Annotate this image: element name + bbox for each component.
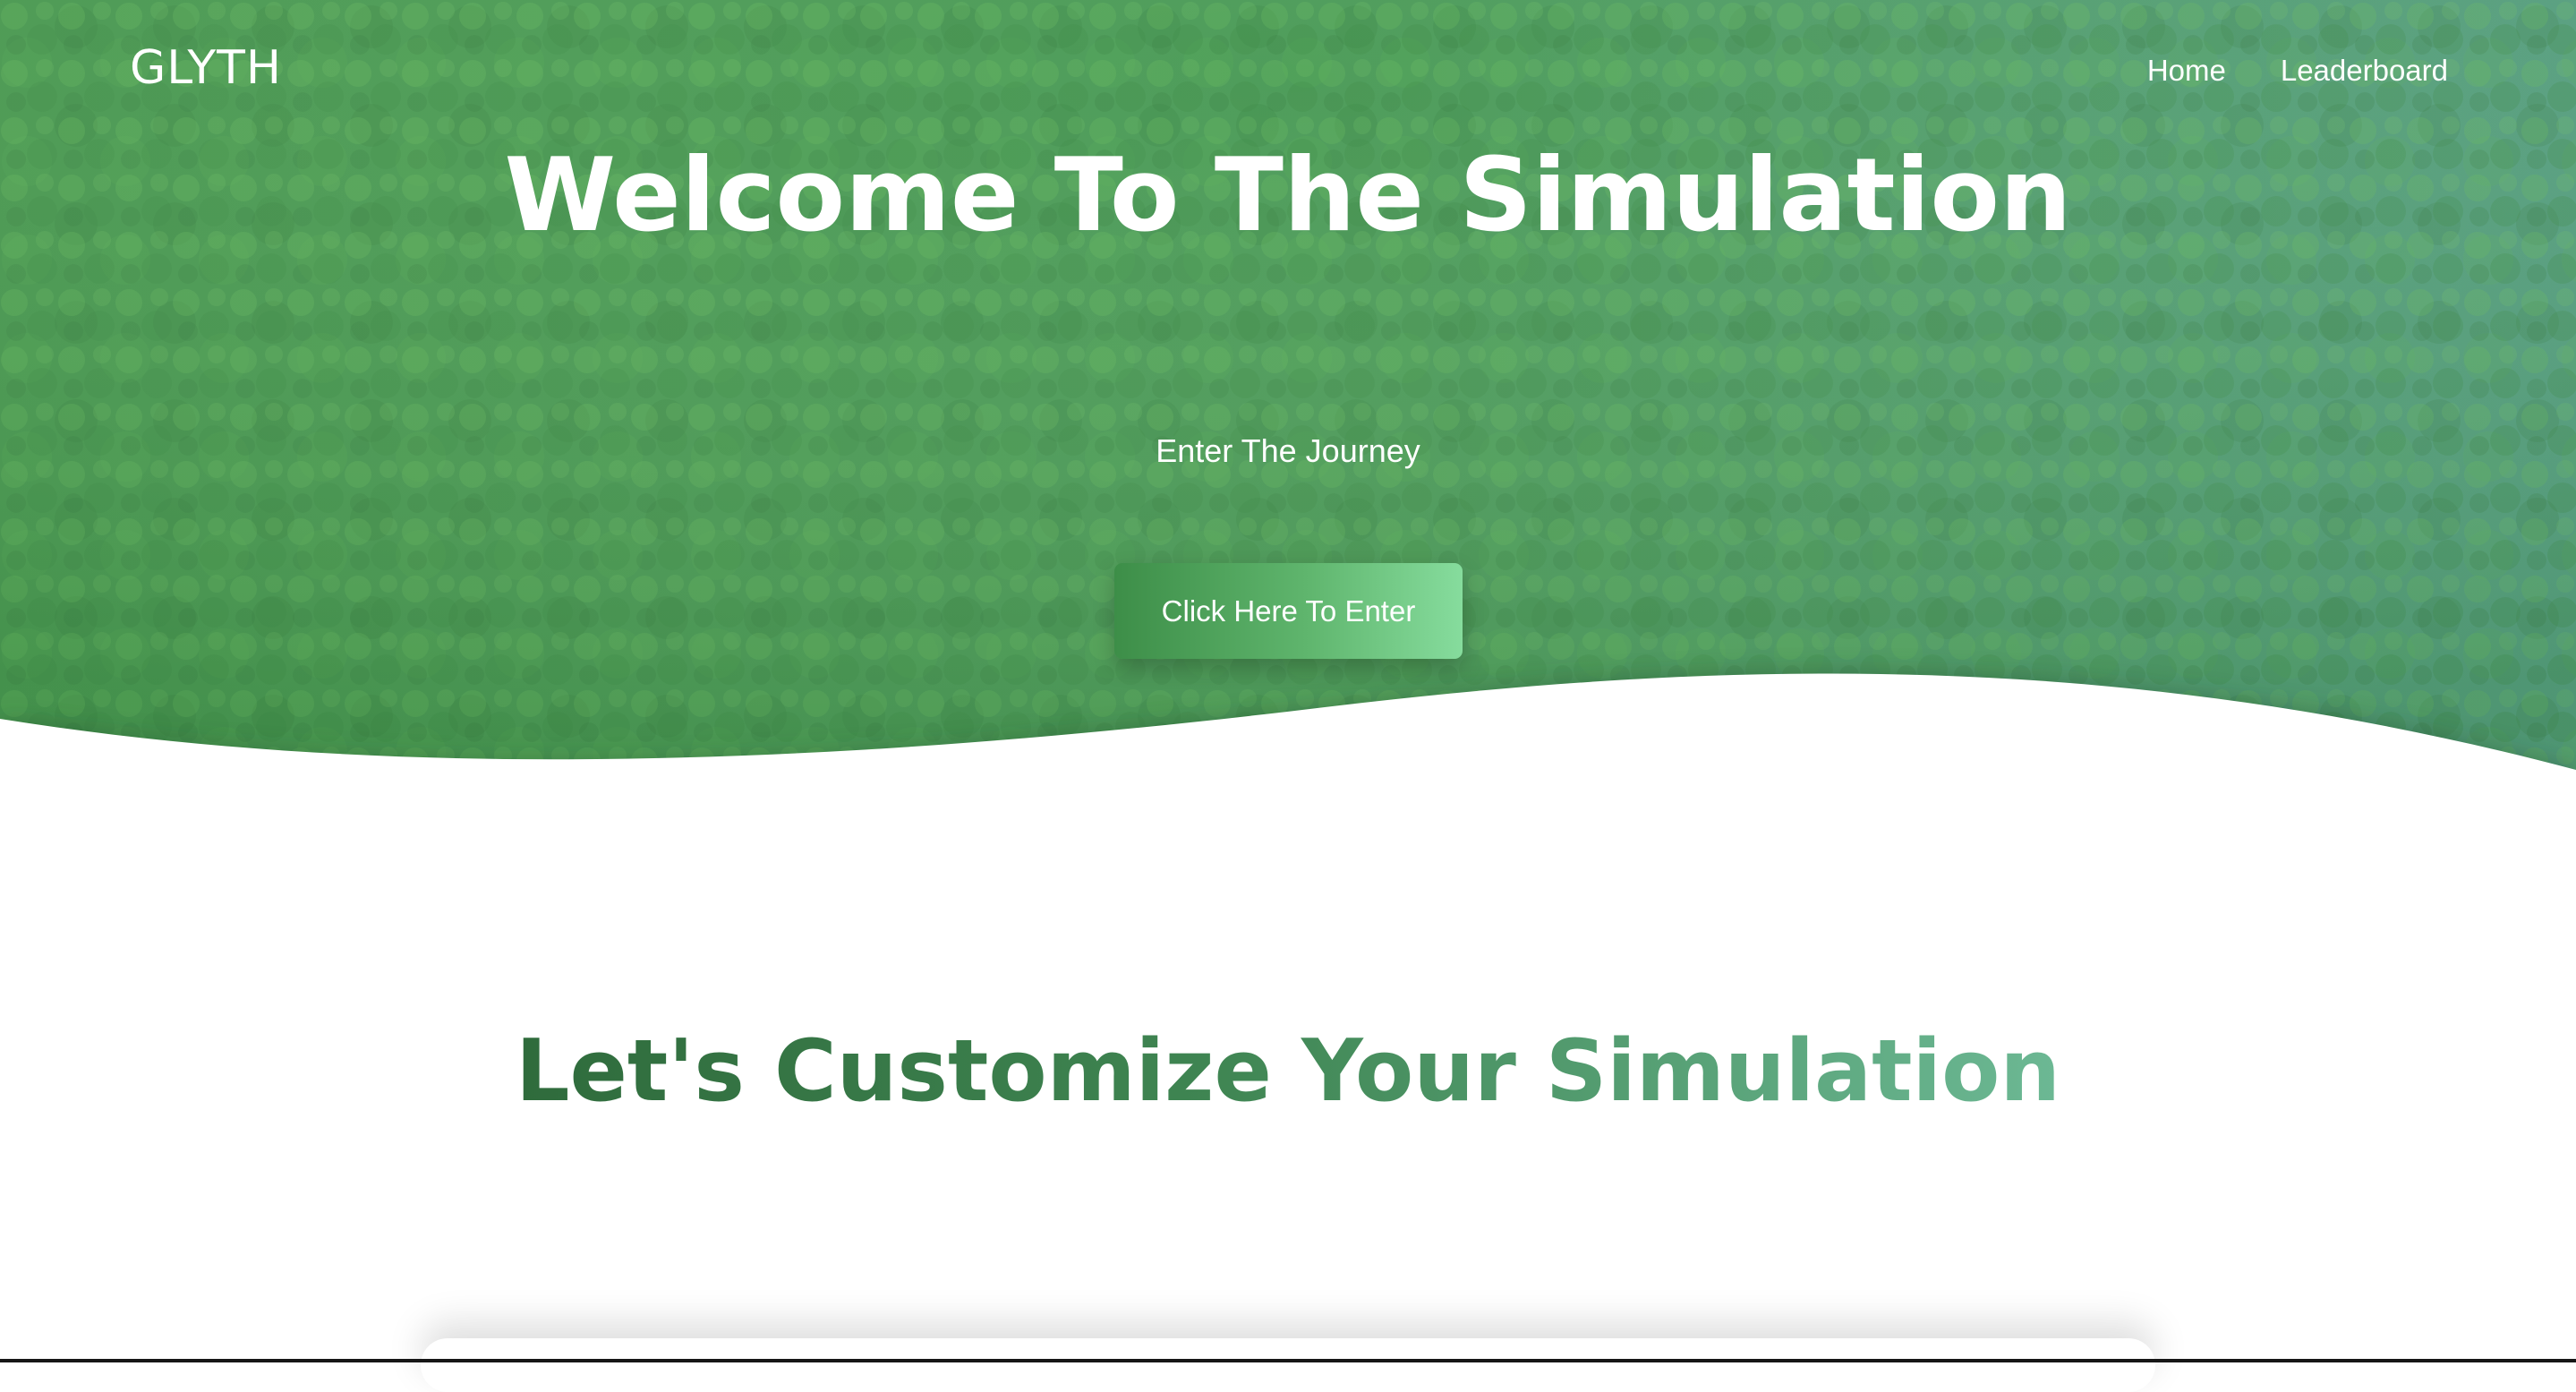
hero-title-text: Welcome To The Simulation: [504, 136, 2072, 254]
nav-home-link[interactable]: Home: [2147, 54, 2226, 88]
hero-subtitle: Enter The Journey: [1156, 432, 1420, 469]
customize-card-top-edge: [421, 1338, 2155, 1392]
hero-forest-background: [0, 0, 2576, 788]
page-bottom-edge: [0, 1359, 2576, 1362]
hero-section: GLYTH Home Leaderboard Welcome To The Si…: [0, 0, 2576, 788]
customize-title-text: Let's Customize Your Simulation: [515, 1022, 2061, 1121]
site-logo[interactable]: GLYTH: [130, 41, 282, 95]
nav-leaderboard-link[interactable]: Leaderboard: [2281, 54, 2448, 88]
customize-section-title: Let's Customize Your Simulation: [0, 1021, 2576, 1123]
hero-title: Welcome To The Simulation: [0, 136, 2576, 255]
main-nav: Home Leaderboard: [2147, 54, 2448, 88]
enter-simulation-button[interactable]: Click Here To Enter: [1114, 563, 1463, 659]
